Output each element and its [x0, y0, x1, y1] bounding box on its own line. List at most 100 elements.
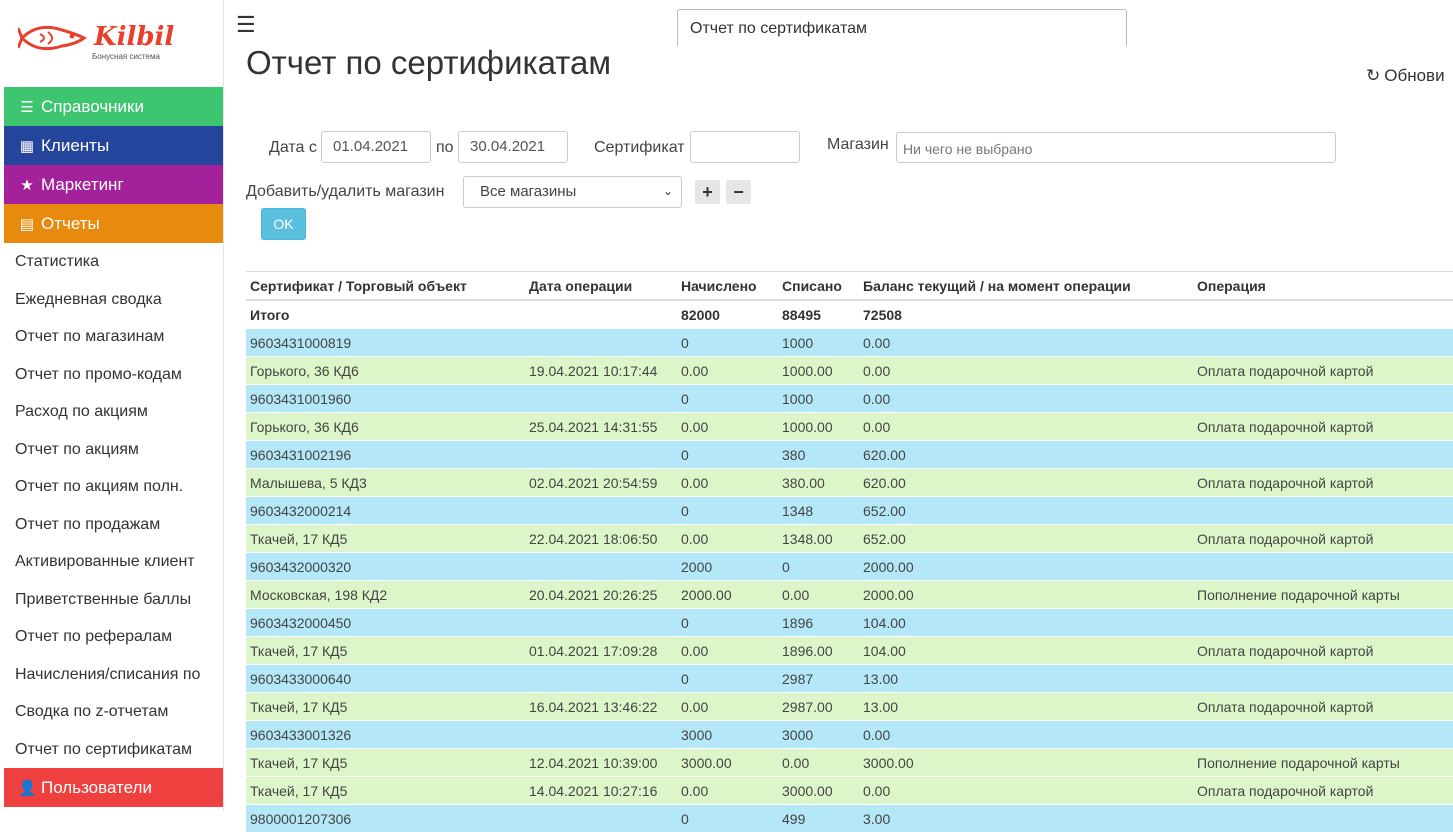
- certificates-table: Сертификат / Торговый объект Дата операц…: [246, 271, 1453, 832]
- menu-label: Маркетинг: [41, 175, 124, 195]
- table-cell: 3000.00: [859, 749, 1193, 777]
- store-multiselect[interactable]: Ни чего не выбрано: [896, 132, 1336, 163]
- table-cell: [1193, 441, 1453, 469]
- table-cell: 620.00: [859, 469, 1193, 497]
- table-header-row: Сертификат / Торговый объект Дата операц…: [246, 272, 1453, 301]
- table-cell: [525, 721, 677, 749]
- table-cell: 20.04.2021 20:26:25: [525, 581, 677, 609]
- table-cell: Оплата подарочной картой: [1193, 777, 1453, 805]
- table-cell: 3000.00: [677, 749, 778, 777]
- menu-directories[interactable]: ☰ Справочники: [4, 87, 223, 126]
- list-icon: ☰: [18, 98, 36, 116]
- add-remove-store-label: Добавить/удалить магазин: [246, 183, 444, 201]
- menu-label: Клиенты: [41, 136, 109, 156]
- submenu-item-activated-clients[interactable]: Активированные клиент: [4, 543, 223, 581]
- menu-clients[interactable]: ▦ Клиенты: [4, 126, 223, 165]
- date-to-input[interactable]: 30.04.2021: [458, 131, 568, 163]
- table-cell: 9603431000819: [246, 329, 525, 357]
- submenu-item-accruals[interactable]: Начисления/списания по: [4, 656, 223, 694]
- table-cell: Ткачей, 17 КД5: [246, 637, 525, 665]
- column-header[interactable]: Списано: [778, 272, 859, 301]
- table-cell: 0: [677, 665, 778, 693]
- submenu-item-certificates[interactable]: Отчет по сертификатам: [4, 731, 223, 769]
- remove-store-button[interactable]: −: [726, 180, 751, 204]
- certificate-label: Сертификат: [594, 139, 685, 157]
- table-cell: Оплата подарочной картой: [1193, 693, 1453, 721]
- column-header[interactable]: Баланс текущий / на момент операции: [859, 272, 1193, 301]
- menu-label: Справочники: [41, 97, 144, 117]
- date-to-label: по: [436, 139, 454, 157]
- operation-row: Ткачей, 17 КД512.04.2021 10:39:003000.00…: [246, 749, 1453, 777]
- submenu-item-promotions-report[interactable]: Отчет по акциям: [4, 431, 223, 469]
- certificate-input[interactable]: [690, 131, 800, 163]
- menu-users[interactable]: 👤 Пользователи: [4, 768, 223, 807]
- table-cell: 0.00: [778, 749, 859, 777]
- certificate-row: 9603431000819010000.00: [246, 329, 1453, 357]
- hamburger-menu-icon[interactable]: ☰: [236, 14, 256, 36]
- menu-marketing[interactable]: ★ Маркетинг: [4, 165, 223, 204]
- table-cell: [1193, 329, 1453, 357]
- submenu-item-promo-spend[interactable]: Расход по акциям: [4, 393, 223, 431]
- table-cell: 104.00: [859, 609, 1193, 637]
- table-cell: 2000.00: [859, 581, 1193, 609]
- main-content: ☰ Отчет по сертификатам Отчет по сертифи…: [224, 0, 1453, 811]
- submenu-item-statistics[interactable]: Статистика: [4, 243, 223, 281]
- refresh-button[interactable]: ↻Обнови: [1366, 66, 1445, 86]
- brand-tagline: Бонусная система: [92, 52, 160, 61]
- submenu-item-referrals[interactable]: Отчет по рефералам: [4, 618, 223, 656]
- table-cell: 0.00: [677, 413, 778, 441]
- column-header[interactable]: Сертификат / Торговый объект: [246, 272, 525, 301]
- logo[interactable]: Kilbil Бонусная система: [4, 0, 223, 87]
- column-header[interactable]: Начислено: [677, 272, 778, 301]
- table-cell: 0.00: [677, 357, 778, 385]
- menu-reports[interactable]: ▤ Отчеты: [4, 204, 223, 243]
- submenu-item-z-reports[interactable]: Сводка по z-отчетам: [4, 693, 223, 731]
- tab-certificates-report[interactable]: Отчет по сертификатам: [677, 9, 1127, 46]
- grid-icon: ▦: [18, 137, 36, 155]
- table-cell: Московская, 198 КД2: [246, 581, 525, 609]
- submenu-item-promotions-full[interactable]: Отчет по акциям полн.: [4, 468, 223, 506]
- column-header[interactable]: Дата операции: [525, 272, 677, 301]
- table-cell: Ткачей, 17 КД5: [246, 525, 525, 553]
- submenu-item-daily-summary[interactable]: Ежедневная сводка: [4, 281, 223, 319]
- table-cell: [1193, 553, 1453, 581]
- add-store-button[interactable]: +: [695, 180, 720, 204]
- table-cell: [1193, 665, 1453, 693]
- table-cell: 0.00: [859, 721, 1193, 749]
- page-title: Отчет по сертификатам: [246, 44, 611, 82]
- store-select[interactable]: Все магазины ⌄: [463, 176, 682, 208]
- sidebar: Kilbil Бонусная система ☰ Справочники ▦ …: [4, 0, 224, 811]
- table-cell: 1000.00: [778, 413, 859, 441]
- table-cell: 1896: [778, 609, 859, 637]
- menu-label: Пользователи: [41, 778, 152, 798]
- table-cell: Оплата подарочной картой: [1193, 469, 1453, 497]
- table-cell: 1348: [778, 497, 859, 525]
- table-cell: 02.04.2021 20:54:59: [525, 469, 677, 497]
- table-cell: Пополнение подарочной карты: [1193, 581, 1453, 609]
- table-cell: 12.04.2021 10:39:00: [525, 749, 677, 777]
- table-cell: [1193, 300, 1453, 329]
- date-from-input[interactable]: 01.04.2021: [321, 131, 431, 163]
- brand-name: Kilbil: [94, 22, 174, 52]
- ok-button[interactable]: OK: [261, 208, 306, 240]
- table-cell: Горького, 36 КД6: [246, 413, 525, 441]
- certificate-row: 9603433001326300030000.00: [246, 721, 1453, 749]
- column-header[interactable]: Операция: [1193, 272, 1453, 301]
- table-cell: 0: [677, 497, 778, 525]
- table-cell: 2000: [677, 553, 778, 581]
- table-cell: Горького, 36 КД6: [246, 357, 525, 385]
- table-cell: [1193, 805, 1453, 832]
- table-cell: 0.00: [859, 357, 1193, 385]
- submenu-item-stores-report[interactable]: Отчет по магазинам: [4, 318, 223, 356]
- table-cell: 9800001207306: [246, 805, 525, 832]
- submenu-item-welcome-points[interactable]: Приветственные баллы: [4, 581, 223, 619]
- refresh-label: Обнови: [1384, 66, 1444, 85]
- submenu-item-sales-report[interactable]: Отчет по продажам: [4, 506, 223, 544]
- operation-row: Московская, 198 КД220.04.2021 20:26:25 20…: [246, 581, 1453, 609]
- table-cell: 25.04.2021 14:31:55: [525, 413, 677, 441]
- table-cell: 0: [677, 385, 778, 413]
- reports-submenu: Статистика Ежедневная сводка Отчет по ма…: [4, 243, 223, 768]
- submenu-item-promo-report[interactable]: Отчет по промо-кодам: [4, 356, 223, 394]
- date-from-label: Дата с: [269, 139, 317, 157]
- table-cell: 01.04.2021 17:09:28: [525, 637, 677, 665]
